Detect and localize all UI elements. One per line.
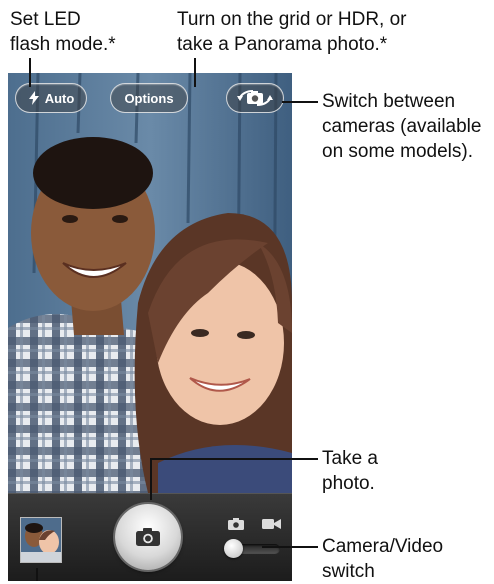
options-button[interactable]: Options xyxy=(110,83,188,113)
video-camera-icon xyxy=(262,519,281,529)
lightning-bolt-icon xyxy=(28,91,39,105)
camera-roll-thumbnail[interactable] xyxy=(20,517,62,563)
camera-video-switch[interactable] xyxy=(224,518,282,562)
mode-switch-knob[interactable] xyxy=(224,539,243,558)
flash-callout-line1: Set LED xyxy=(10,9,81,30)
camera-toolbar xyxy=(8,493,292,581)
switch-camera-button[interactable] xyxy=(226,83,284,113)
thumbnail-photo xyxy=(21,518,61,562)
switch-cameras-callout-line3: on some models). xyxy=(322,141,474,162)
take-photo-button[interactable] xyxy=(115,504,181,570)
camera-rotate-icon xyxy=(237,90,273,106)
options-callout-line1: Turn on the grid or HDR, or xyxy=(177,9,407,30)
take-photo-callout-line-v xyxy=(150,458,152,500)
camera-icon xyxy=(136,528,160,546)
switch-cameras-callout: Switch between cameras (available on som… xyxy=(322,89,481,164)
take-photo-callout: Take a photo. xyxy=(322,446,378,496)
flash-mode-label: Auto xyxy=(44,90,75,106)
viewfinder-photo xyxy=(8,73,292,493)
camera-video-callout-line xyxy=(262,546,318,548)
camera-video-callout-line2: switch xyxy=(322,561,375,582)
camera-video-callout-line1: Camera/Video xyxy=(322,536,444,557)
take-photo-callout-line1: Take a xyxy=(322,448,378,469)
take-photo-callout-line-h xyxy=(150,458,318,460)
switch-cameras-callout-line1: Switch between xyxy=(322,91,456,112)
photo-mode-icon xyxy=(228,518,244,530)
thumbnail-callout-line xyxy=(36,568,38,581)
options-callout-line2: take a Panorama photo.* xyxy=(177,34,388,55)
flash-callout-line2: flash mode.* xyxy=(10,34,116,55)
switch-cameras-callout-line xyxy=(282,101,318,103)
options-callout: Turn on the grid or HDR, or take a Panor… xyxy=(177,7,407,57)
options-label: Options xyxy=(124,90,174,106)
options-callout-line xyxy=(194,58,196,87)
camera-viewfinder: Auto Options xyxy=(8,73,292,581)
flash-callout-line xyxy=(29,58,31,87)
take-photo-callout-line2: photo. xyxy=(322,473,375,494)
camera-video-callout: Camera/Video switch xyxy=(322,534,443,584)
switch-cameras-callout-line2: cameras (available xyxy=(322,116,482,137)
flash-callout: Set LED flash mode.* xyxy=(10,7,116,57)
flash-mode-button[interactable]: Auto xyxy=(15,83,87,113)
